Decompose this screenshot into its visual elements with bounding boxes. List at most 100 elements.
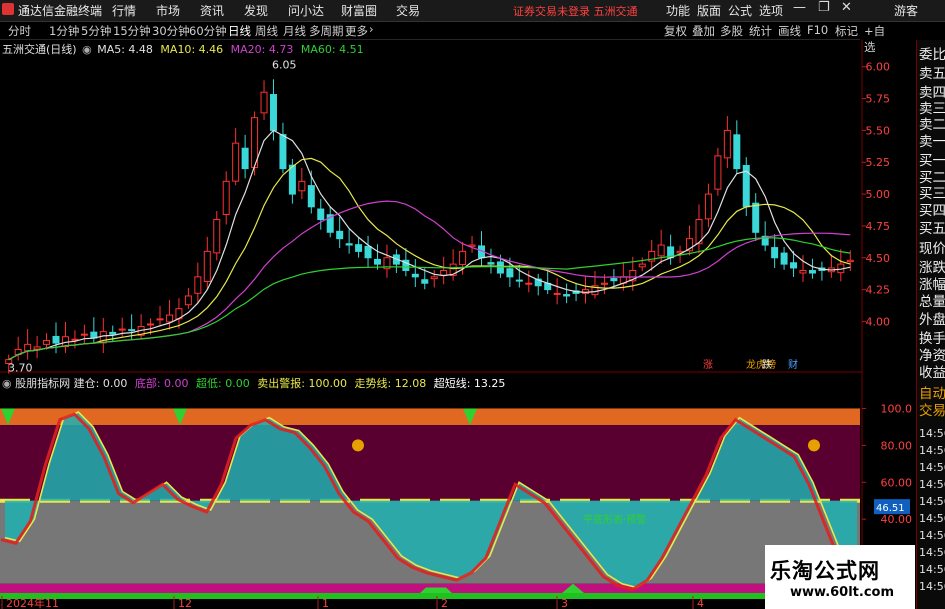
menu-discover[interactable]: 发现 (244, 2, 268, 19)
candle-body (373, 258, 381, 265)
candle-body (733, 134, 741, 170)
period-more[interactable]: 更多 (345, 23, 368, 39)
menu-layout[interactable]: 版面 (697, 2, 721, 19)
candle-body (421, 279, 429, 284)
candle-body (638, 263, 646, 268)
btn-overlay[interactable]: 叠加 (692, 23, 715, 39)
rp-sell5: 卖五 (919, 66, 945, 82)
event-zhang: 涨 (703, 359, 713, 371)
candle-body (846, 259, 854, 263)
watermark-title: 乐淘公式网 (770, 559, 880, 583)
period-timeshare[interactable]: 分时 (8, 23, 31, 39)
rp-price: 现价 (919, 241, 945, 257)
price-tick-label: 4.25 (866, 284, 891, 297)
login-notice[interactable]: 证券交易未登录 五洲交通 (513, 3, 638, 19)
app-logo-icon (2, 3, 14, 15)
ind-tick-label: 100.0 (881, 402, 913, 415)
candle-body (563, 294, 571, 297)
period-60min[interactable]: 60分钟 (189, 23, 227, 39)
chart-area[interactable]: 6.00 5.75 5.50 5.25 5.00 4.75 4.50 4.25 4.00 6.0… (0, 40, 916, 609)
period-5min[interactable]: 5分钟 (81, 23, 111, 39)
menu-market[interactable]: 市场 (156, 2, 180, 19)
price-tick-label: 5.75 (866, 93, 891, 106)
menu-news[interactable]: 资讯 (200, 2, 224, 19)
candle-body (194, 276, 202, 294)
chevron-right-icon[interactable]: › (369, 22, 374, 36)
menu-formula[interactable]: 公式 (728, 2, 752, 19)
btn-adjust[interactable]: 复权 (664, 23, 687, 39)
ind-item-short: 超短线: 13.25 (433, 377, 506, 390)
btn-multi-stock[interactable]: 多股 (720, 23, 743, 39)
candle-body (771, 247, 779, 259)
period-1min[interactable]: 1分钟 (49, 23, 79, 39)
rp-trade[interactable]: 交易 (919, 402, 945, 421)
candle-body (128, 329, 136, 332)
title-bar: 通达信金融终端 行情 市场 资讯 发现 问小达 财富圈 交易 证券交易未登录 五… (0, 0, 945, 22)
candle-body (33, 346, 41, 350)
candle-body (515, 279, 523, 282)
candle-body (317, 208, 325, 221)
indicator-name: 股朋指标网 (15, 377, 71, 390)
date-label: 2024年11 (6, 596, 59, 609)
ind-item-chaodi: 超低: 0.00 (196, 377, 250, 390)
btn-f10[interactable]: F10 (807, 23, 828, 37)
candle-body (222, 180, 230, 216)
ind-item-dibu: 底部: 0.00 (134, 377, 189, 390)
menu-wealth[interactable]: 财富圈 (341, 2, 377, 19)
zone-floor (0, 593, 860, 599)
candle-body (80, 333, 88, 336)
restore-icon[interactable]: ❐ (818, 0, 830, 15)
period-multi[interactable]: 多周期 (309, 23, 344, 39)
btn-stats[interactable]: 统计 (749, 23, 772, 39)
stock-label: 五洲交通(日线) (2, 43, 77, 56)
candle-body (52, 335, 60, 344)
candle-body (336, 230, 344, 240)
event-cai: 财 (788, 358, 798, 371)
period-monthly[interactable]: 月线 (283, 23, 306, 39)
candle-body (260, 91, 268, 114)
candle-body (430, 276, 438, 280)
candle-body (279, 134, 287, 170)
guest-button[interactable]: 游客 (894, 2, 918, 19)
candle-body (723, 129, 731, 159)
menu-trade[interactable]: 交易 (396, 2, 420, 19)
menu-ask[interactable]: 问小达 (288, 2, 324, 19)
period-weekly[interactable]: 周线 (255, 23, 278, 39)
ind-annotation: 平底形态·预警 (583, 513, 646, 526)
candle-body (203, 250, 211, 282)
close-icon[interactable]: ✕ (841, 0, 852, 15)
settings-icon[interactable]: ◉ (82, 43, 92, 56)
watermark-url: www.60lt.com (790, 585, 895, 600)
period-30min[interactable]: 30分钟 (152, 23, 190, 39)
candle-body (118, 328, 126, 331)
date-label: 1 (322, 597, 329, 609)
ma-legend: 五洲交通(日线) ◉ MA5: 4.48 MA10: 4.46 MA20: 4.… (2, 41, 364, 57)
candle-body (790, 262, 798, 269)
date-label: 4 (697, 597, 704, 609)
menu-quotes[interactable]: 行情 (112, 2, 136, 19)
date-label: 2 (441, 597, 448, 609)
btn-draw[interactable]: 画线 (778, 23, 801, 39)
price-tick-label: 5.50 (866, 124, 891, 137)
candle-body (355, 244, 363, 252)
menu-function[interactable]: 功能 (666, 2, 690, 19)
settings-icon[interactable]: ◉ (2, 377, 12, 390)
candle-body (704, 193, 712, 220)
rp-outer: 外盘 (919, 312, 945, 328)
candle-body (156, 318, 164, 321)
candle-body (24, 343, 32, 352)
candle-body (610, 278, 618, 282)
candle-body (506, 268, 514, 278)
rp-volume: 总量 (919, 294, 945, 310)
price-tick-label: 4.75 (866, 220, 891, 233)
period-daily[interactable]: 日线 (228, 23, 251, 39)
low-label: 3.70 (8, 362, 33, 375)
btn-mark[interactable]: 标记 (835, 23, 858, 39)
period-15min[interactable]: 15分钟 (113, 23, 151, 39)
candle-body (232, 142, 240, 182)
menu-options[interactable]: 选项 (759, 2, 783, 19)
candle-body (714, 155, 722, 190)
minimize-icon[interactable]: — (793, 0, 806, 15)
price-tick-label: 6.00 (866, 61, 891, 74)
rp-weibi: 委比 (919, 47, 945, 63)
